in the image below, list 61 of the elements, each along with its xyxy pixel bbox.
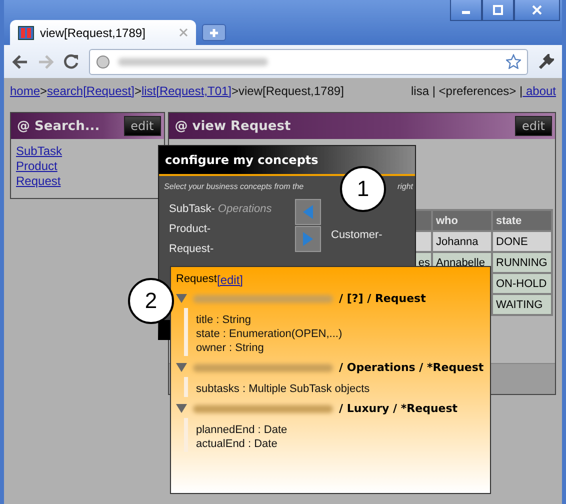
- back-icon[interactable]: [12, 54, 28, 68]
- maximize-icon: [493, 5, 503, 15]
- breadcrumb-link[interactable]: list[Request,T01]: [141, 84, 232, 98]
- plus-icon: [209, 28, 219, 38]
- breadcrumb-link[interactable]: home: [10, 84, 40, 98]
- breadcrumb-link[interactable]: search[Request]: [47, 84, 134, 98]
- reload-icon[interactable]: [64, 54, 79, 69]
- edit-button[interactable]: edit: [514, 116, 552, 136]
- attribute-text: actualEnd : Date: [196, 438, 278, 450]
- browser-tab[interactable]: view[Request,1789]: [10, 20, 196, 45]
- panel-title: @ Search...: [17, 118, 100, 134]
- column-header: who: [433, 211, 491, 230]
- attribute-text: state : Enumeration(OPEN,...): [196, 328, 344, 340]
- close-icon: [532, 5, 542, 15]
- star-icon[interactable]: [506, 54, 521, 69]
- breadcrumb-text: >: [134, 84, 142, 98]
- wrench-icon[interactable]: [538, 54, 554, 70]
- table-cell: RUNNING: [493, 253, 551, 272]
- right-arrow-icon: [302, 231, 314, 247]
- minimize-button[interactable]: [450, 0, 482, 21]
- expanded-triangle-icon[interactable]: [176, 294, 187, 304]
- concept-path: / Operations / *Request: [339, 361, 484, 374]
- concept-item[interactable]: Customer-: [331, 229, 401, 241]
- concept-link[interactable]: SubTask: [16, 144, 159, 158]
- concept-item[interactable]: SubTask- Operations: [169, 203, 285, 215]
- edit-link[interactable]: [edit]: [216, 273, 243, 287]
- close-button[interactable]: [514, 0, 560, 21]
- panel-title: @ view Request: [174, 118, 291, 134]
- attribute-text: owner : String: [196, 342, 265, 354]
- column-header: state: [493, 211, 551, 230]
- user-menu-text: lisa | <preferences> |: [410, 84, 523, 98]
- attribute-text: subtasks : Multiple SubTask objects: [196, 383, 371, 395]
- instruction-text: Select your business concepts from the: [164, 182, 304, 191]
- concept-link[interactable]: Product: [16, 159, 159, 173]
- popup-header: Request: [176, 273, 217, 287]
- expanded-triangle-icon[interactable]: [176, 404, 187, 414]
- breadcrumb-text: >: [40, 84, 48, 98]
- attribute-text: plannedEnd : Date: [196, 424, 288, 436]
- new-tab-button[interactable]: [202, 24, 226, 41]
- callout-number: 2: [128, 278, 174, 324]
- concept-path: / [?] / Request: [339, 292, 426, 305]
- table-cell: Johanna: [433, 232, 491, 251]
- page-favicon-icon: [18, 26, 34, 40]
- globe-icon: [96, 54, 110, 68]
- about-link[interactable]: about: [522, 84, 556, 98]
- concepts-title: configure my concepts: [165, 153, 318, 167]
- table-cell: DONE: [493, 232, 551, 251]
- concept-item[interactable]: Product-: [169, 223, 285, 235]
- table-cell: WAITING: [493, 295, 551, 314]
- concept-item[interactable]: Request-: [169, 243, 285, 255]
- concept-path: / Luxury / *Request: [339, 402, 458, 415]
- maximize-button[interactable]: [482, 0, 514, 21]
- left-arrow-icon: [302, 204, 314, 220]
- breadcrumb-text: >view[Request,1789]: [232, 84, 344, 98]
- edit-button[interactable]: edit: [124, 116, 161, 136]
- concept-link[interactable]: Request: [16, 174, 159, 188]
- address-field[interactable]: [89, 48, 528, 74]
- attribute-text: title : String: [196, 314, 252, 326]
- instruction-text: right: [397, 182, 413, 191]
- expanded-triangle-icon[interactable]: [176, 362, 187, 372]
- table-cell: ON-HOLD: [493, 274, 551, 293]
